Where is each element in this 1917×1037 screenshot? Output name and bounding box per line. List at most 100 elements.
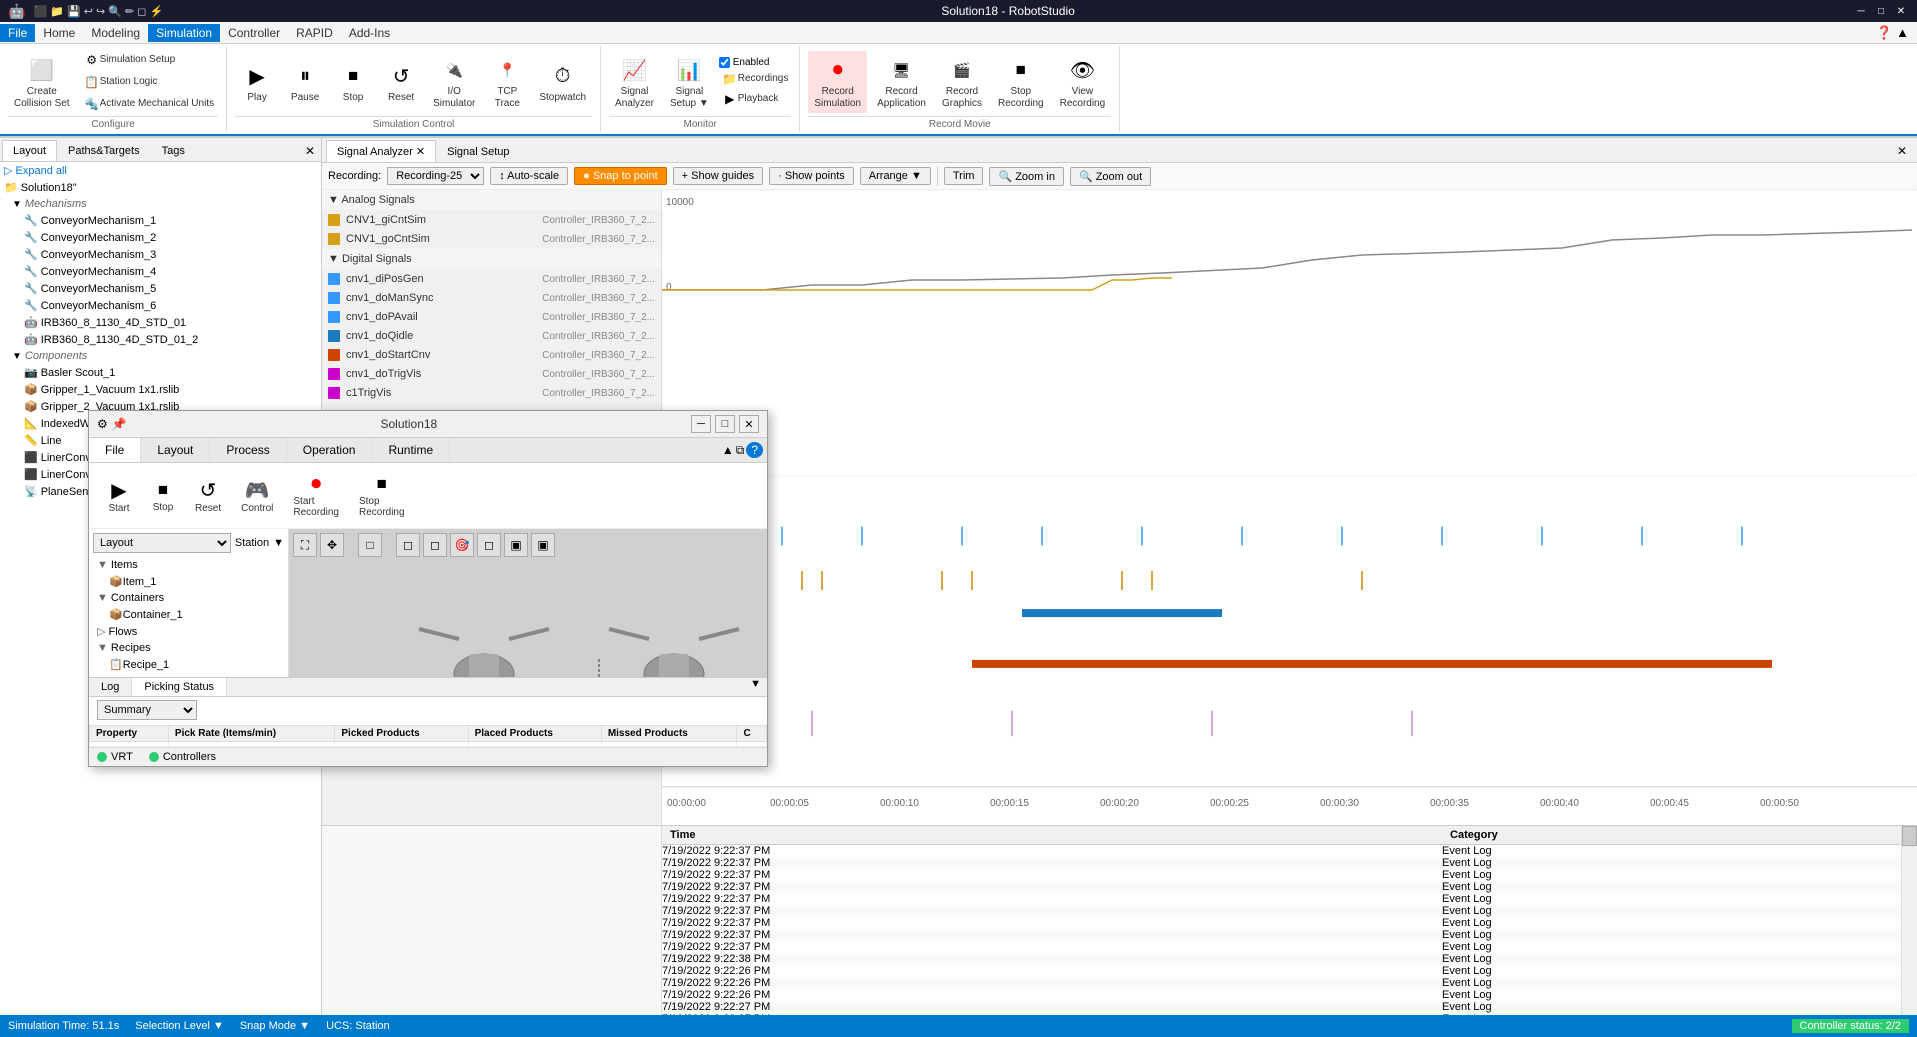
dialog-float-icon[interactable]: ⧉ [736,443,745,458]
show-points-btn[interactable]: · Show points [769,167,854,185]
selection-level[interactable]: Selection Level ▼ [135,1020,224,1032]
dlg-tab-picking[interactable]: Picking Status [132,678,227,696]
dialog-3d-viewport[interactable]: ⛶ ✥ □ ◻ ◻ 🎯 ◻ ▣ ▣ [289,529,767,677]
tab-layout[interactable]: Layout [2,140,57,161]
signal-cnv1-dostartcnv[interactable]: cnv1_doStartCnv Controller_IRB360_7_2... [322,346,661,365]
dialog-maximize-btn[interactable]: □ [715,415,735,433]
scrollbar-thumb[interactable] [1902,826,1917,846]
menu-addins[interactable]: Add-Ins [341,24,398,42]
log-scrollbar[interactable] [1901,826,1917,1015]
arrange-btn[interactable]: Arrange ▼ [860,167,931,185]
stop-btn[interactable]: ⏹ Stop [331,57,375,107]
irb360-1[interactable]: 🤖 IRB360_8_1130_4D_STD_01 [0,314,321,331]
dlg-stop-recording-btn[interactable]: ⏹ StopRecording [351,469,413,522]
create-collision-btn[interactable]: ⬜ CreateCollision Set [8,51,76,113]
dlg-start-recording-btn[interactable]: ⏺ StartRecording [285,469,347,522]
pause-btn[interactable]: ⏸ Pause [283,57,327,107]
minimize-btn[interactable]: ─ [1853,3,1869,19]
collapse-icon[interactable]: ▲ [1896,25,1909,41]
dialog-tab-file[interactable]: File [89,438,141,462]
tree-items[interactable]: ▼ Items [93,557,284,573]
menu-simulation[interactable]: Simulation [148,24,220,42]
panel-close-icon[interactable]: ✕ [301,142,319,160]
record-sim-btn[interactable]: ⏺ RecordSimulation [808,51,867,113]
menu-file[interactable]: File [0,24,35,42]
dialog-tab-layout[interactable]: Layout [141,438,210,462]
recording-select[interactable]: Recording-25 [387,167,484,185]
dialog-tab-process[interactable]: Process [210,438,286,462]
menu-rapid[interactable]: RAPID [288,24,341,42]
enabled-checkbox[interactable] [719,57,730,68]
record-graphics-btn[interactable]: 🎬 RecordGraphics [936,51,988,113]
conveyor1[interactable]: 🔧 ConveyorMechanism_1 [0,212,321,229]
conveyor3[interactable]: 🔧 ConveyorMechanism_3 [0,246,321,263]
signal-cnv1-gicntsim[interactable]: CNV1_giCntSim Controller_IRB360_7_2... [322,211,661,230]
gripper1[interactable]: 📦 Gripper_1_Vacuum 1x1.rslib [0,381,321,398]
dlg-reset-btn[interactable]: ↺ Reset [187,474,229,518]
sa-close-icon[interactable]: ✕ [1891,142,1913,160]
dialog-tab-runtime[interactable]: Runtime [372,438,450,462]
layout-select[interactable]: Layout [93,533,231,553]
tab-signal-setup[interactable]: Signal Setup [436,141,520,162]
basler-scout[interactable]: 📷 Basler Scout_1 [0,364,321,381]
tree-recipes[interactable]: ▼ Recipes [93,640,284,656]
components-category[interactable]: ▼ Components [0,348,321,364]
tree-flows[interactable]: ▷ Flows [93,623,284,640]
signal-cnv1-diposgen[interactable]: cnv1_diPosGen Controller_IRB360_7_2... [322,270,661,289]
playback-btn[interactable]: ▶ Playback [719,90,792,108]
auto-scale-btn[interactable]: ↕ Auto-scale [490,167,568,185]
tree-container1[interactable]: 📦 Container_1 [93,606,284,623]
zoom-in-btn[interactable]: 🔍 Zoom in [989,167,1064,186]
view-recording-btn[interactable]: 👁 ViewRecording [1054,51,1112,113]
maximize-btn[interactable]: □ [1873,3,1889,19]
dialog-minimize-btn[interactable]: ─ [691,415,711,433]
log-table-container[interactable]: Time Category 7/19/2022 9:22:37 PMEvent … [662,826,1901,1015]
dlg-control-btn[interactable]: 🎮 Control [233,474,281,518]
tcp-trace-btn[interactable]: 📍 TCPTrace [485,51,529,113]
stopwatch-btn[interactable]: ⏱ Stopwatch [533,57,592,107]
signal-cnv1-dopavail[interactable]: cnv1_doPAvail Controller_IRB360_7_2... [322,308,661,327]
activate-mech-btn[interactable]: 🔩 Activate Mechanical Units [80,94,219,114]
menu-home[interactable]: Home [35,24,83,42]
snap-mode[interactable]: Snap Mode ▼ [240,1020,310,1032]
signal-cnv1-doqidle[interactable]: cnv1_doQidle Controller_IRB360_7_2... [322,327,661,346]
sim-setup-btn[interactable]: ⚙ Simulation Setup [80,50,219,70]
trim-btn[interactable]: Trim [944,167,984,185]
reset-btn[interactable]: ↺ Reset [379,57,423,107]
tab-tags[interactable]: Tags [151,140,196,161]
dialog-close-btn[interactable]: ✕ [739,415,759,433]
signal-c1trigvis[interactable]: c1TrigVis Controller_IRB360_7_2... [322,384,661,403]
solution-root[interactable]: 📁 Solution18" [0,179,321,196]
expand-all-link[interactable]: ▷ Expand all [0,162,321,179]
station-dropdown[interactable]: ▼ [273,537,284,549]
mechanisms-category[interactable]: ▼ Mechanisms [0,196,321,212]
tree-recipe1[interactable]: 📋 Recipe_1 [93,656,284,673]
tab-paths[interactable]: Paths&Targets [57,140,151,161]
conveyor5[interactable]: 🔧 ConveyorMechanism_5 [0,280,321,297]
signal-analyzer-btn[interactable]: 📈 SignalAnalyzer [609,51,660,113]
signal-cnv1-domansync[interactable]: cnv1_doManSync Controller_IRB360_7_2... [322,289,661,308]
conveyor2[interactable]: 🔧 ConveyorMechanism_2 [0,229,321,246]
conveyor6[interactable]: 🔧 ConveyorMechanism_6 [0,297,321,314]
close-btn[interactable]: ✕ [1893,3,1909,19]
bottom-dropdown[interactable]: ▼ [744,676,767,692]
signal-setup-btn[interactable]: 📊 SignalSetup ▼ [664,51,715,113]
signal-cnv1-dotrigvis[interactable]: cnv1_doTrigVis Controller_IRB360_7_2... [322,365,661,384]
dlg-tab-log[interactable]: Log [89,678,132,696]
menu-modeling[interactable]: Modeling [83,24,148,42]
dlg-stop-btn[interactable]: ⏹ Stop [143,475,183,517]
io-sim-btn[interactable]: 🔌 I/OSimulator [427,51,481,113]
recordings-btn[interactable]: 📁 Recordings [719,70,792,88]
dialog-up-arrow[interactable]: ▲ [722,443,734,457]
dialog-tab-operation[interactable]: Operation [287,438,373,462]
snap-to-point-btn[interactable]: ● Snap to point [574,167,667,185]
record-app-btn[interactable]: 🖥 RecordApplication [871,51,932,113]
conveyor4[interactable]: 🔧 ConveyorMechanism_4 [0,263,321,280]
digital-signals-header[interactable]: ▼ Digital Signals [322,249,661,270]
tree-item1[interactable]: 📦 Item_1 [93,573,284,590]
tab-signal-analyzer[interactable]: Signal Analyzer ✕ [326,140,436,162]
dlg-start-btn[interactable]: ▶ Start [99,474,139,518]
show-guides-btn[interactable]: + Show guides [673,167,763,185]
play-btn[interactable]: ▶ Play [235,57,279,107]
station-logic-btn[interactable]: 📋 Station Logic [80,72,219,92]
